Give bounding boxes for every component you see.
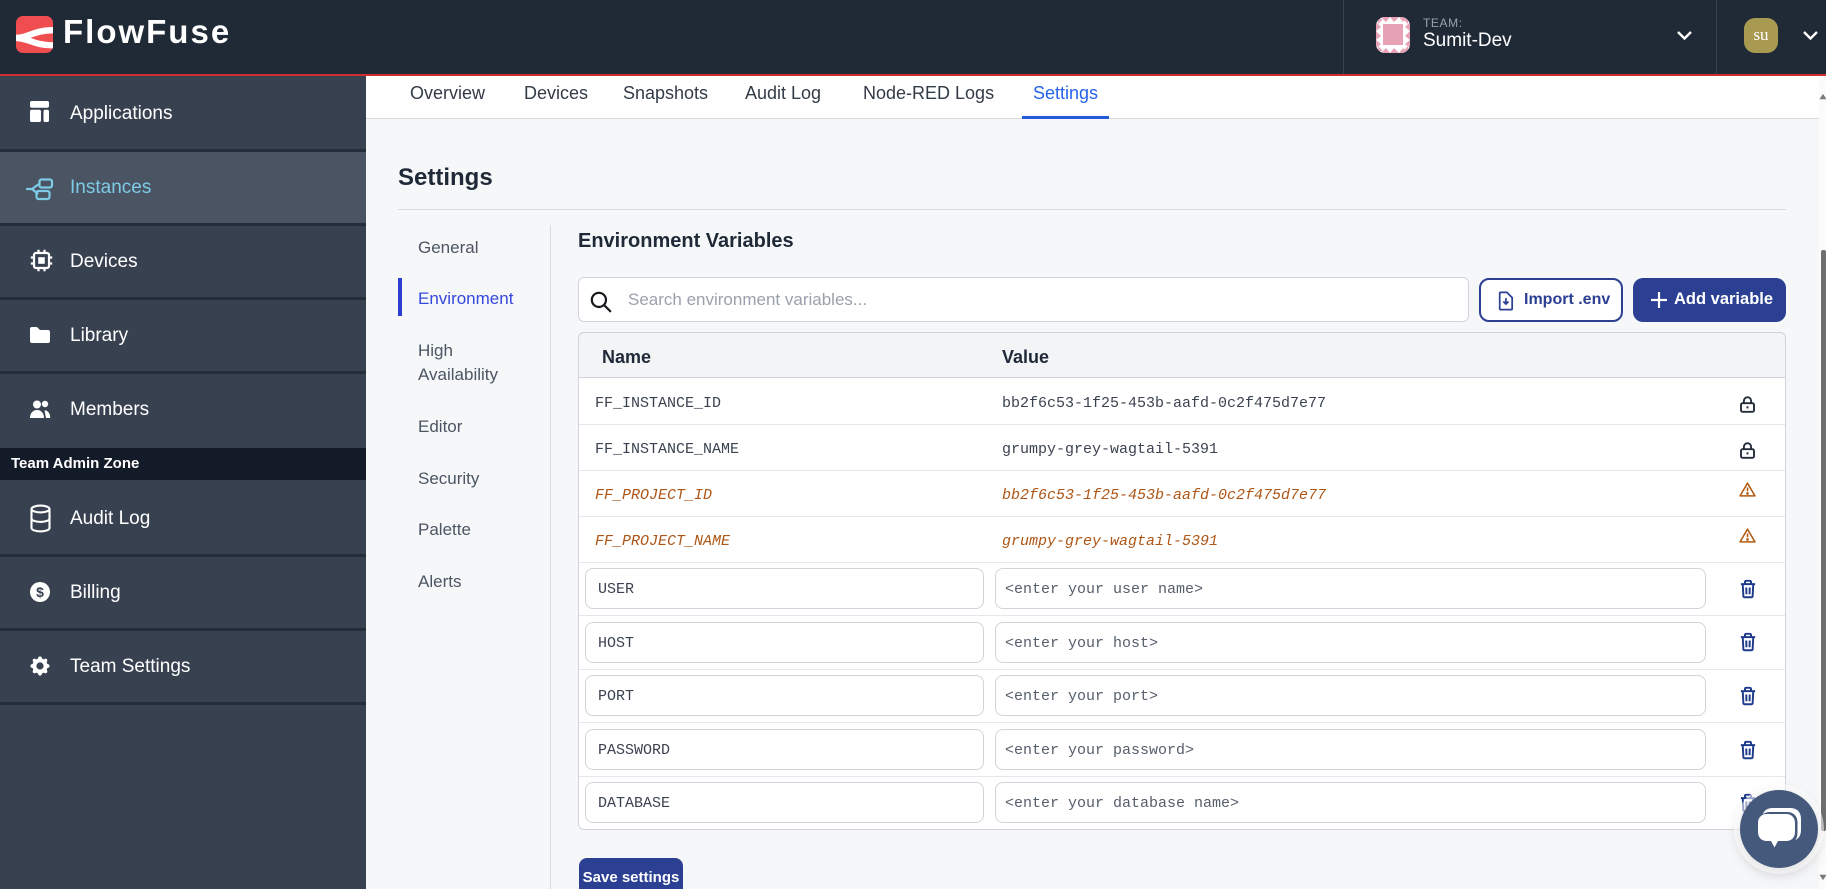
svg-text:$: $	[36, 584, 44, 600]
